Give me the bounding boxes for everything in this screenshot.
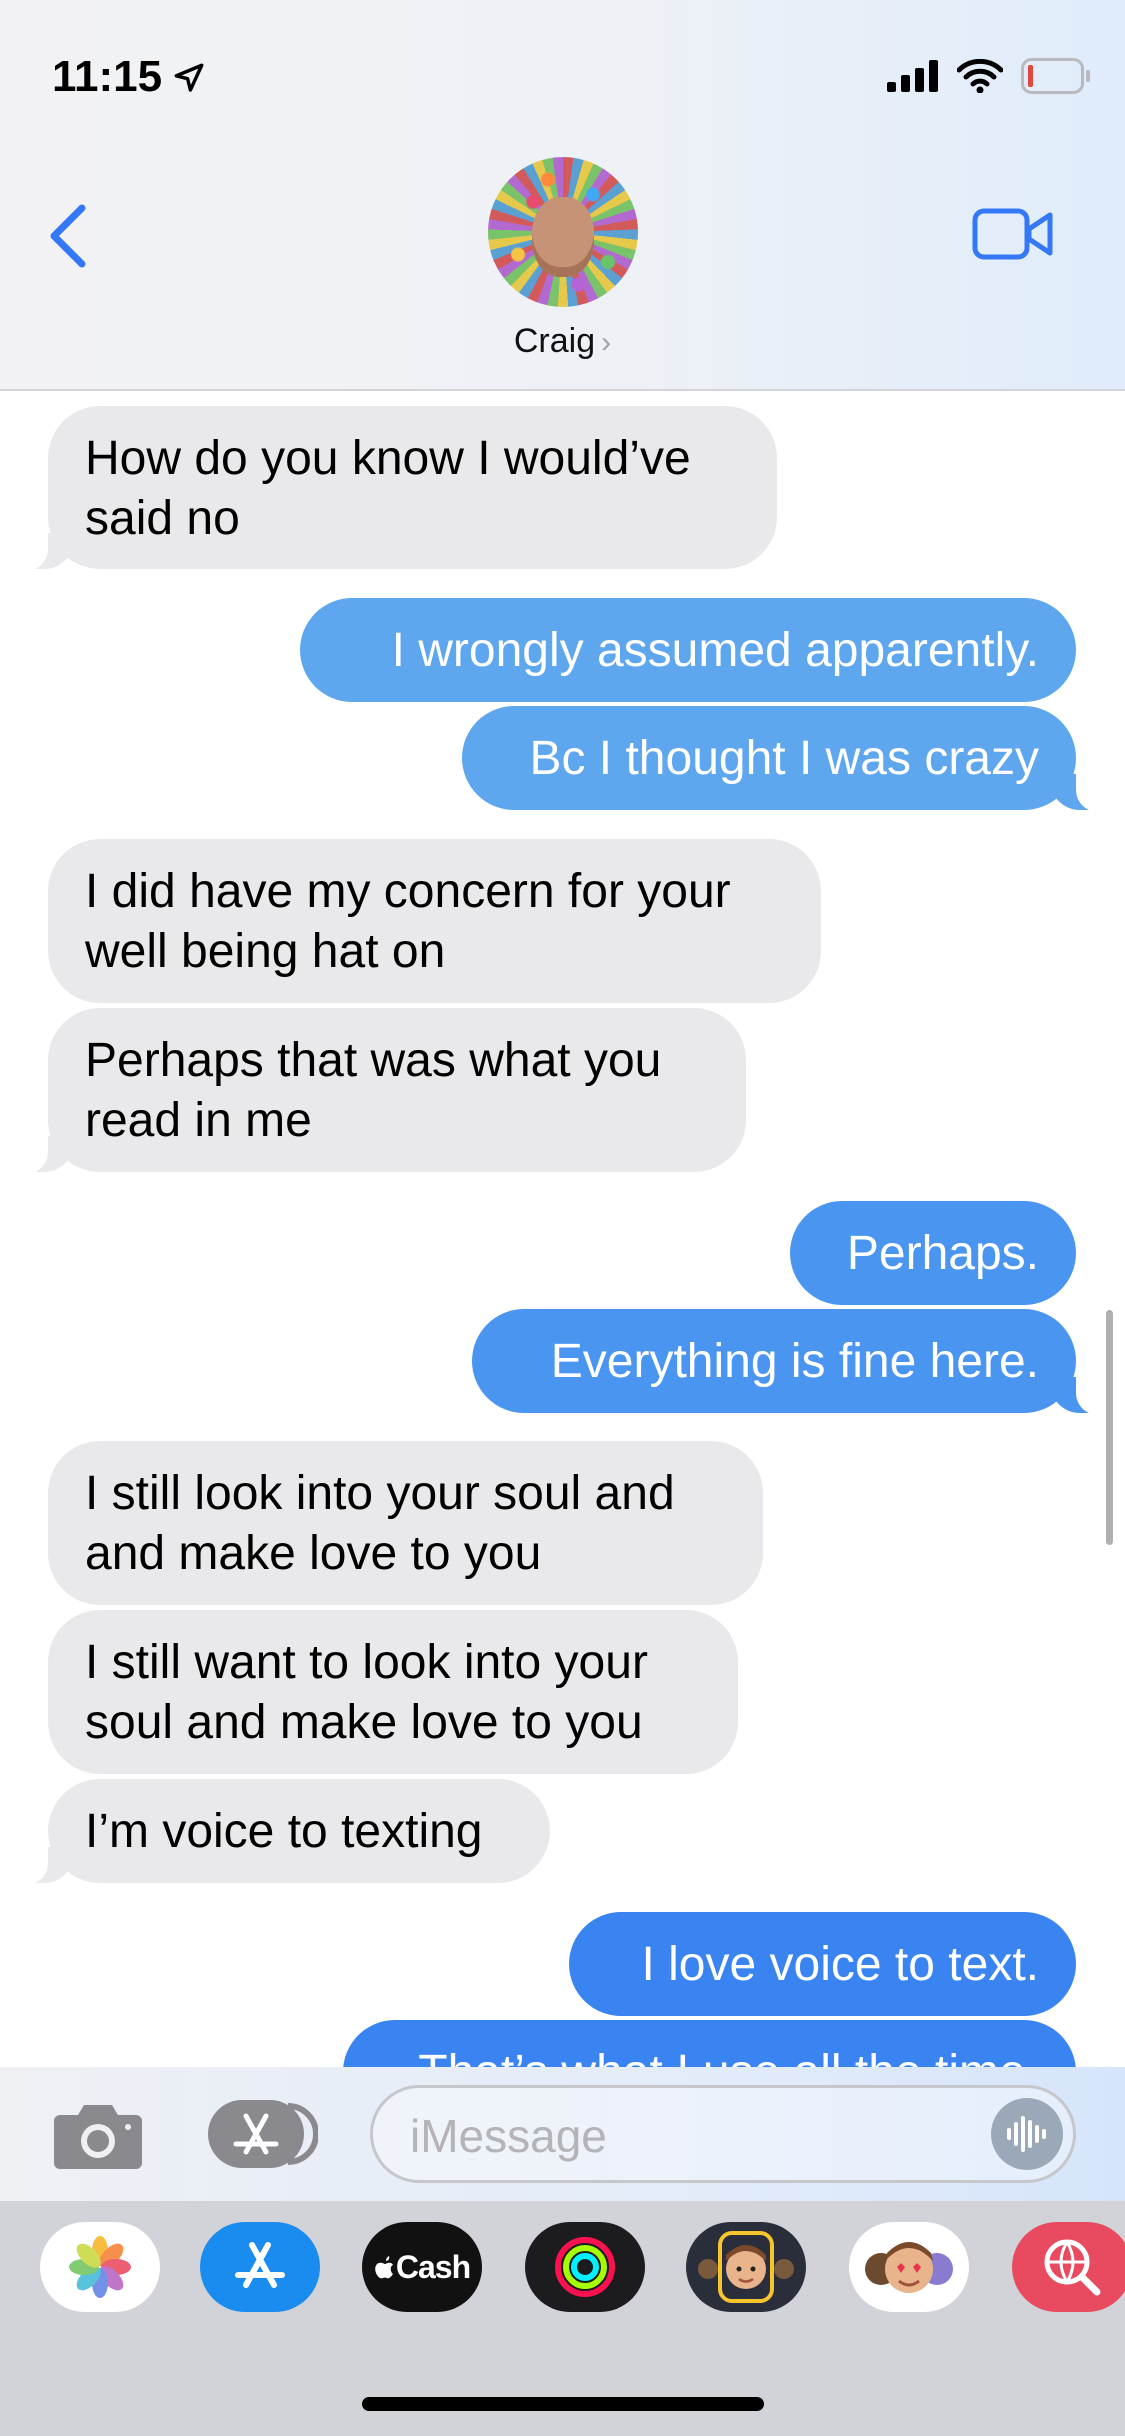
home-indicator[interactable] xyxy=(362,2397,764,2411)
memoji-stickers-app-button[interactable] xyxy=(849,2222,969,2312)
incoming-message-bubble[interactable]: I still want to look into your soul and … xyxy=(48,1610,738,1774)
conversation-header: 11:15 Craig › xyxy=(0,0,1125,391)
wifi-icon xyxy=(957,59,1003,93)
status-icons xyxy=(887,58,1091,94)
memoji-app-button[interactable] xyxy=(686,2222,806,2312)
photos-app-button[interactable] xyxy=(40,2222,160,2312)
camera-icon[interactable] xyxy=(52,2097,144,2171)
incoming-message-bubble[interactable]: I did have my concern for your well bein… xyxy=(48,839,821,1003)
message-text: Perhaps. xyxy=(846,1227,1039,1280)
message-text: That’s what I use all the time. xyxy=(380,2043,1039,2067)
memoji-stickers-icon xyxy=(865,2242,953,2293)
activity-app-button[interactable] xyxy=(525,2222,645,2312)
facetime-video-icon[interactable] xyxy=(972,205,1054,263)
apple-cash-app-button[interactable]: Cash xyxy=(362,2222,482,2312)
incoming-message-bubble[interactable]: I still look into your soul and and make… xyxy=(48,1441,763,1605)
audio-waveform-icon xyxy=(1007,2116,1046,2152)
contact-avatar[interactable] xyxy=(488,157,638,307)
message-line: well being hat on xyxy=(85,925,446,978)
scroll-indicator[interactable] xyxy=(1106,1310,1113,1545)
app-store-app-button[interactable] xyxy=(200,2222,320,2312)
message-line: soul and make love to you xyxy=(85,1696,643,1749)
message-text: Bc I thought I was crazy xyxy=(529,732,1039,785)
memoji-icon xyxy=(698,2231,794,2303)
app-store-icon xyxy=(235,2242,285,2288)
contact-name-button[interactable]: Craig › xyxy=(0,322,1125,361)
cellular-signal-icon xyxy=(887,60,938,92)
apple-cash-icon xyxy=(375,2256,393,2279)
outgoing-message-bubble[interactable]: Everything is fine here. xyxy=(472,1309,1106,1415)
incoming-message-bubble[interactable]: I’m voice to texting xyxy=(18,1779,550,1885)
search-images-app-button[interactable] xyxy=(1012,2222,1125,2312)
compose-bar xyxy=(0,2067,1125,2201)
message-line: said no xyxy=(85,492,240,545)
outgoing-message-bubble[interactable]: I wrongly assumed apparently. xyxy=(300,598,1076,702)
message-line: and make love to you xyxy=(85,1527,542,1580)
message-field[interactable] xyxy=(370,2085,1076,2183)
message-line: read in me xyxy=(85,1094,312,1147)
incoming-message-bubble[interactable]: How do you know I would’ve said no xyxy=(18,406,777,571)
battery-low-icon xyxy=(1021,58,1090,94)
outgoing-message-bubble[interactable]: I love voice to text. xyxy=(569,1912,1076,2016)
back-chevron-icon[interactable] xyxy=(44,200,94,272)
status-time: 11:15 xyxy=(52,52,206,102)
message-text: I love voice to text. xyxy=(641,1938,1039,1991)
activity-rings-icon xyxy=(555,2237,615,2297)
apple-cash-label: Cash xyxy=(395,2248,471,2285)
audio-message-button[interactable] xyxy=(991,2098,1063,2170)
message-line: I’m voice to texting xyxy=(85,1805,483,1858)
message-line: Perhaps that was what you xyxy=(85,1034,662,1087)
message-line: I still look into your soul and xyxy=(85,1467,675,1520)
location-arrow-icon xyxy=(174,63,204,92)
message-line: I did have my concern for your xyxy=(85,865,731,918)
outgoing-message-bubble[interactable]: That’s what I use all the time. xyxy=(343,2020,1076,2067)
photos-icon xyxy=(69,2236,131,2298)
chevron-right-icon: › xyxy=(601,326,612,359)
avatar-face xyxy=(532,197,594,277)
outgoing-message-bubble[interactable]: Bc I thought I was crazy xyxy=(462,706,1106,812)
message-text: I wrongly assumed apparently. xyxy=(391,624,1039,677)
message-text: Everything is fine here. xyxy=(550,1335,1039,1388)
imessage-input[interactable] xyxy=(408,2110,972,2162)
message-line: I still want to look into your xyxy=(85,1636,648,1689)
outgoing-message-bubble[interactable]: Perhaps. xyxy=(790,1201,1076,1305)
app-store-icon[interactable] xyxy=(208,2100,318,2168)
globe-search-icon xyxy=(1044,2239,1101,2296)
incoming-message-bubble[interactable]: Perhaps that was what you read in me xyxy=(18,1008,746,1174)
status-time-text: 11:15 xyxy=(52,52,163,101)
contact-name: Craig xyxy=(513,322,596,360)
message-line: How do you know I would’ve xyxy=(85,432,691,485)
message-thread[interactable]: How do you know I would’ve said no I wro… xyxy=(0,391,1125,2067)
